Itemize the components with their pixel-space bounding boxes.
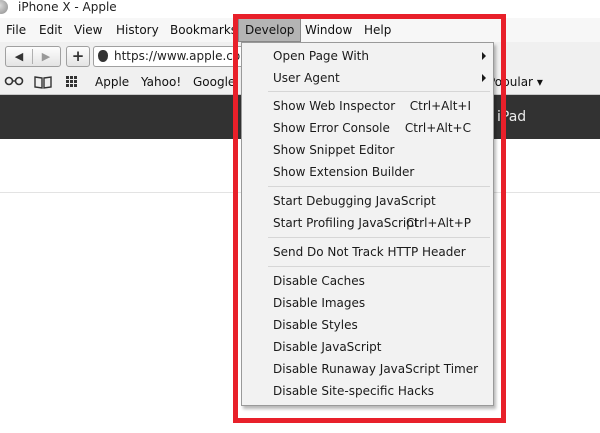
- bookmark-google[interactable]: Google: [193, 70, 235, 94]
- forward-arrow-icon: ▶: [41, 50, 51, 63]
- menu-view[interactable]: View: [68, 18, 108, 42]
- reading-glasses-icon[interactable]: [4, 75, 24, 87]
- safari-app-icon: [0, 0, 8, 14]
- menu-history[interactable]: History: [110, 18, 165, 42]
- top-sites-grid-icon[interactable]: [66, 76, 78, 88]
- menu-bookmarks[interactable]: Bookmarks: [164, 18, 243, 42]
- bookmark-yahoo[interactable]: Yahoo!: [141, 70, 181, 94]
- bookmark-apple[interactable]: Apple: [95, 70, 129, 94]
- forward-button[interactable]: ▶: [33, 47, 59, 66]
- url-text: https://www.apple.com: [114, 49, 252, 63]
- apple-logo-icon: [98, 50, 108, 62]
- highlight-annotation-box: [233, 14, 506, 423]
- window-title: iPhone X - Apple: [18, 0, 117, 14]
- back-button[interactable]: ◀: [6, 47, 32, 66]
- address-field[interactable]: https://www.apple.com: [93, 46, 254, 67]
- back-forward-group: ◀ ▶: [5, 46, 61, 67]
- menu-file[interactable]: File: [0, 18, 32, 42]
- open-book-icon[interactable]: [33, 75, 53, 89]
- menu-edit[interactable]: Edit: [33, 18, 68, 42]
- back-arrow-icon: ◀: [14, 50, 24, 63]
- add-bookmark-button[interactable]: +: [66, 46, 90, 67]
